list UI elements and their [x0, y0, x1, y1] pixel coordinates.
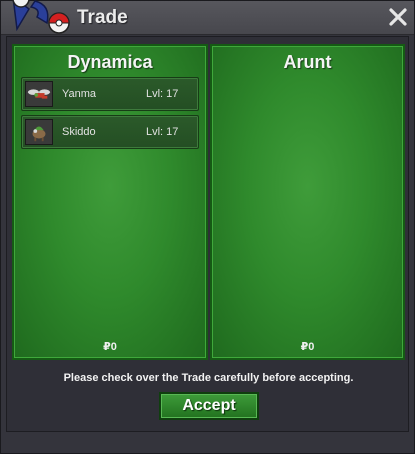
right-player-name: Arunt: [283, 52, 332, 72]
yanma-sprite-icon: [25, 81, 53, 107]
right-money-offer: ₽0: [300, 341, 315, 353]
pokemon-level: Lvl: 17: [146, 88, 179, 100]
trade-window: Trade Dynamica Yanma Lvl: 17 Skiddo Lvl:…: [0, 0, 415, 454]
pokemon-name: Skiddo: [62, 126, 96, 138]
window-title: Trade: [77, 7, 128, 28]
accept-button[interactable]: Accept: [159, 392, 259, 420]
close-icon[interactable]: [388, 7, 408, 27]
right-trade-panel: Arunt ₽0: [210, 44, 405, 360]
trade-logo-icon: [12, 0, 70, 34]
pokemon-level: Lvl: 17: [146, 126, 179, 138]
trade-pokemon-row-yanma[interactable]: Yanma Lvl: 17: [21, 77, 199, 111]
trade-pokemon-row-skiddo[interactable]: Skiddo Lvl: 17: [21, 115, 199, 149]
left-money-offer: ₽0: [103, 341, 117, 353]
left-trade-panel: Dynamica Yanma Lvl: 17 Skiddo Lvl: 17 ₽0: [12, 44, 208, 360]
title-bar[interactable]: Trade: [1, 0, 414, 35]
skiddo-sprite-icon: [25, 119, 53, 145]
left-player-name: Dynamica: [67, 52, 153, 72]
trade-notice: Please check over the Trade carefully be…: [63, 372, 354, 384]
pokemon-name: Yanma: [62, 88, 97, 100]
